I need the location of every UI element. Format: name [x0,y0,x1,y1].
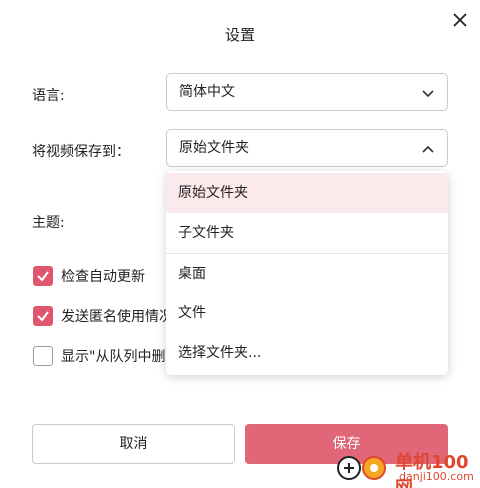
close-icon[interactable] [450,10,470,30]
checkbox-anonymous-usage[interactable]: 发送匿名使用情况 [33,306,173,326]
checkbox-checked-icon[interactable] [33,266,53,286]
save-location-value: 原始文件夹 [179,140,249,156]
watermark-url: danji100.com [399,470,474,483]
checkbox-label: 发送匿名使用情况 [61,309,173,325]
language-label: 语言: [32,88,65,104]
checkbox-label: 检查自动更新 [61,269,145,285]
language-select[interactable]: 简体中文 [166,73,448,111]
chevron-down-icon [422,90,434,98]
checkbox-show-remove-from-queue[interactable]: 显示"从队列中删除 [33,346,179,366]
checkbox-auto-update[interactable]: 检查自动更新 [33,266,145,286]
checkbox-unchecked-icon[interactable] [33,346,53,366]
watermark-logo: 单机100网 danji100.com [333,448,480,488]
language-value: 简体中文 [179,84,235,100]
dropdown-option-documents[interactable]: 文件 [166,293,448,333]
theme-label: 主题: [32,215,65,231]
save-location-label: 将视频保存到： [32,144,130,160]
save-location-dropdown: 原始文件夹 子文件夹 桌面 文件 选择文件夹... [166,171,448,375]
chevron-up-icon [422,145,434,153]
dialog-title: 设置 [224,26,255,44]
dropdown-option-desktop[interactable]: 桌面 [166,254,448,294]
save-location-select[interactable]: 原始文件夹 [166,129,448,167]
checkbox-checked-icon[interactable] [33,306,53,326]
dropdown-option-original-folder[interactable]: 原始文件夹 [166,173,448,213]
watermark-logo-icon [337,456,386,480]
dropdown-option-choose-folder[interactable]: 选择文件夹... [166,333,448,373]
checkbox-label: 显示"从队列中删除 [61,349,180,365]
cancel-button[interactable]: 取消 [32,424,235,464]
dropdown-option-subfolder[interactable]: 子文件夹 [166,213,448,253]
